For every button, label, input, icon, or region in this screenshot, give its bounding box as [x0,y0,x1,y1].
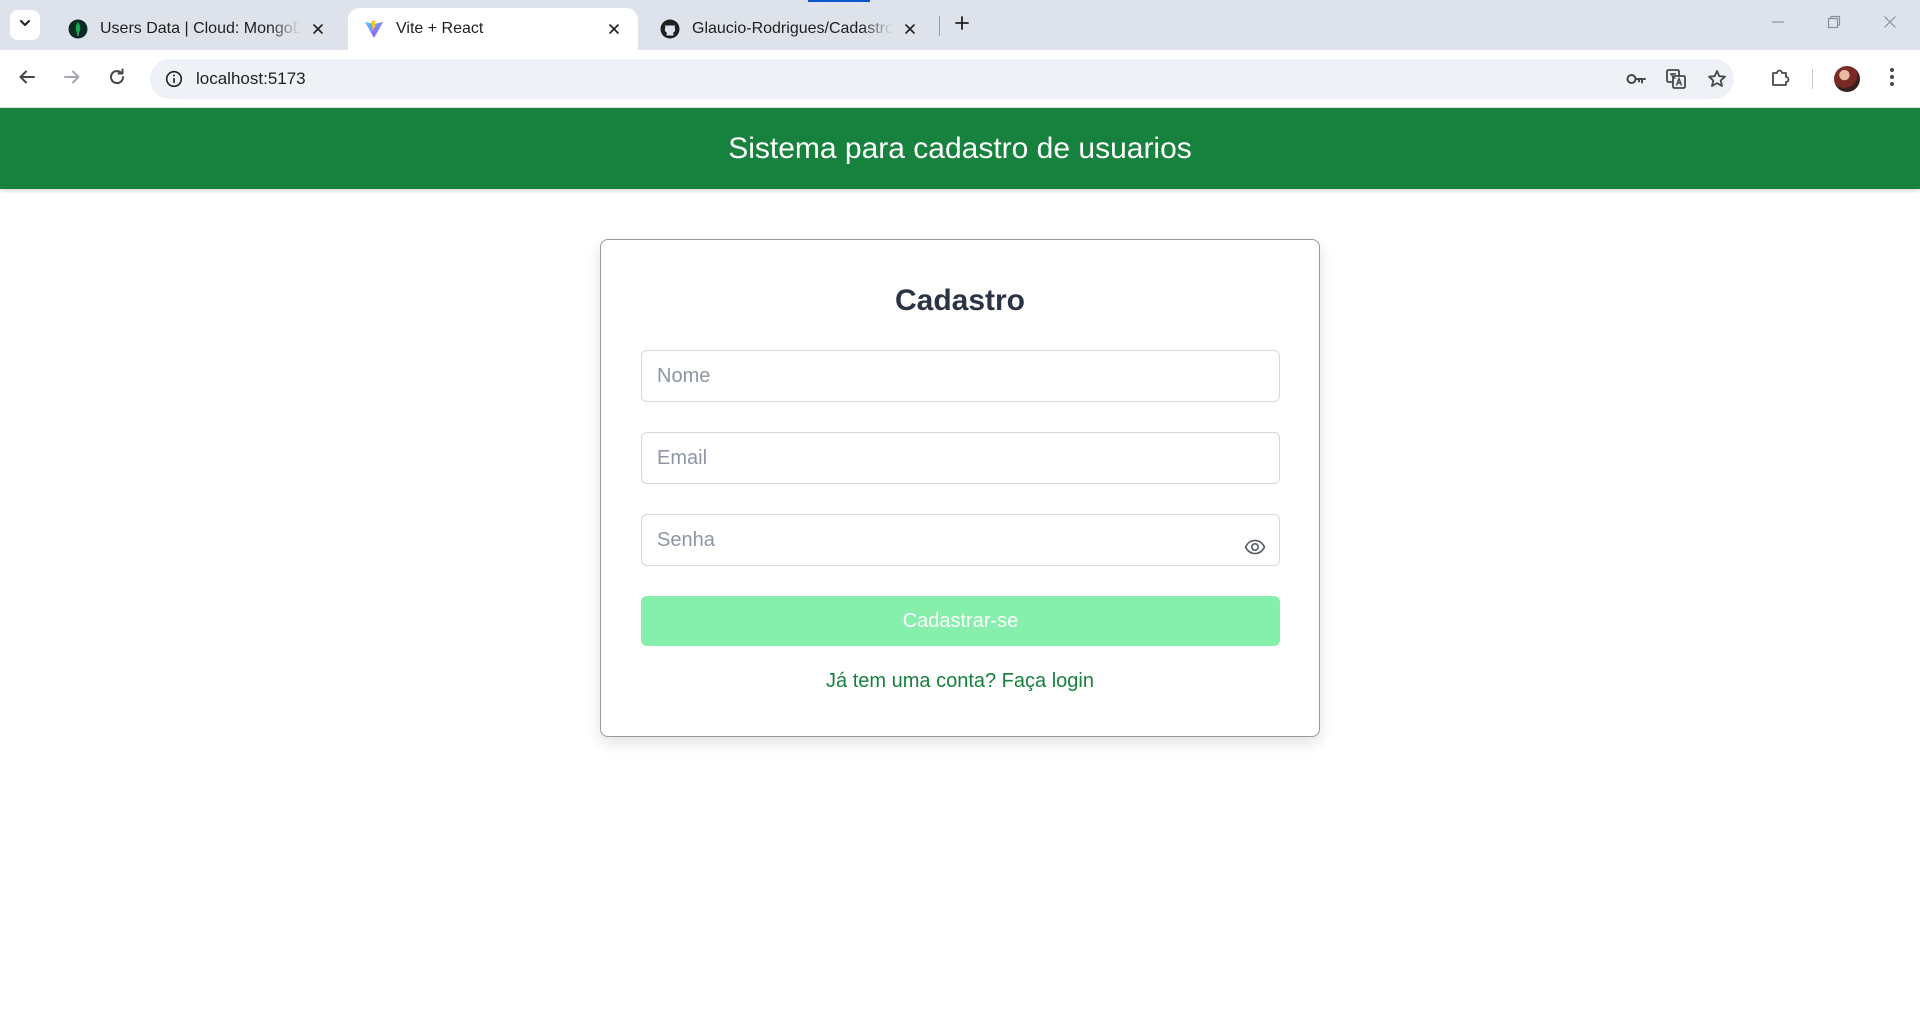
minimize-button[interactable] [1750,0,1806,48]
address-bar[interactable]: localhost:5173 [150,59,1734,99]
minimize-icon [1771,15,1785,34]
name-input[interactable] [641,350,1280,402]
vite-icon [364,19,384,39]
close-icon [1883,15,1897,34]
app-header: Sistema para cadastro de usuarios [0,108,1920,189]
login-link[interactable]: Já tem uma conta? Faça login [601,670,1319,693]
window-close-button[interactable] [1862,0,1918,48]
app-title: Sistema para cadastro de usuarios [728,131,1192,165]
browser-toolbar: localhost:5173 [0,50,1920,108]
tab-mongodb[interactable]: Users Data | Cloud: MongoDB Cloud [52,8,342,50]
close-icon[interactable] [604,19,624,39]
close-icon[interactable] [900,19,920,39]
more-vertical-icon [1889,67,1895,92]
arrow-left-icon [18,68,36,91]
tab-title: Glaucio-Rodrigues/Cadastro-de-usuarios [692,20,892,37]
restore-button[interactable] [1806,0,1862,48]
reload-button[interactable] [101,63,133,95]
toolbar-divider [1812,69,1813,89]
github-icon [660,19,680,39]
browser-menu-button[interactable] [1876,63,1908,95]
reload-icon [108,68,126,91]
tab-search-button[interactable] [10,10,40,40]
site-info-icon[interactable] [162,67,186,91]
forward-button[interactable] [56,63,88,95]
profile-avatar[interactable] [1834,66,1860,92]
eye-icon[interactable] [1243,535,1267,559]
key-icon[interactable] [1624,67,1648,91]
email-input[interactable] [641,432,1280,484]
back-button[interactable] [11,63,43,95]
close-icon[interactable] [308,19,328,39]
bookmark-star-icon[interactable] [1705,67,1729,91]
mongodb-leaf-icon [68,19,88,39]
tab-github[interactable]: Glaucio-Rodrigues/Cadastro-de-usuarios [644,8,934,50]
puzzle-icon [1770,66,1792,93]
arrow-right-icon [63,68,81,91]
restore-icon [1827,15,1841,34]
tab-divider [939,16,940,36]
tab-title: Vite + React [396,20,484,37]
plus-icon [954,15,970,36]
password-input[interactable] [641,514,1280,566]
new-tab-button[interactable] [948,11,976,39]
signup-card: Cadastro Cadastrar-se Já tem uma conta? … [600,239,1320,737]
extensions-button[interactable] [1765,63,1797,95]
url-text[interactable]: localhost:5173 [196,69,306,89]
form-title: Cadastro [894,284,1026,317]
tab-loading-indicator [808,0,870,2]
signup-button[interactable]: Cadastrar-se [641,596,1280,646]
chevron-down-icon [18,16,32,35]
tab-title: Users Data | Cloud: MongoDB Cloud [100,20,300,37]
tab-strip: Users Data | Cloud: MongoDB Cloud Vite +… [0,0,1920,50]
tab-vite-react[interactable]: Vite + React [348,8,638,50]
translate-icon[interactable] [1664,67,1688,91]
